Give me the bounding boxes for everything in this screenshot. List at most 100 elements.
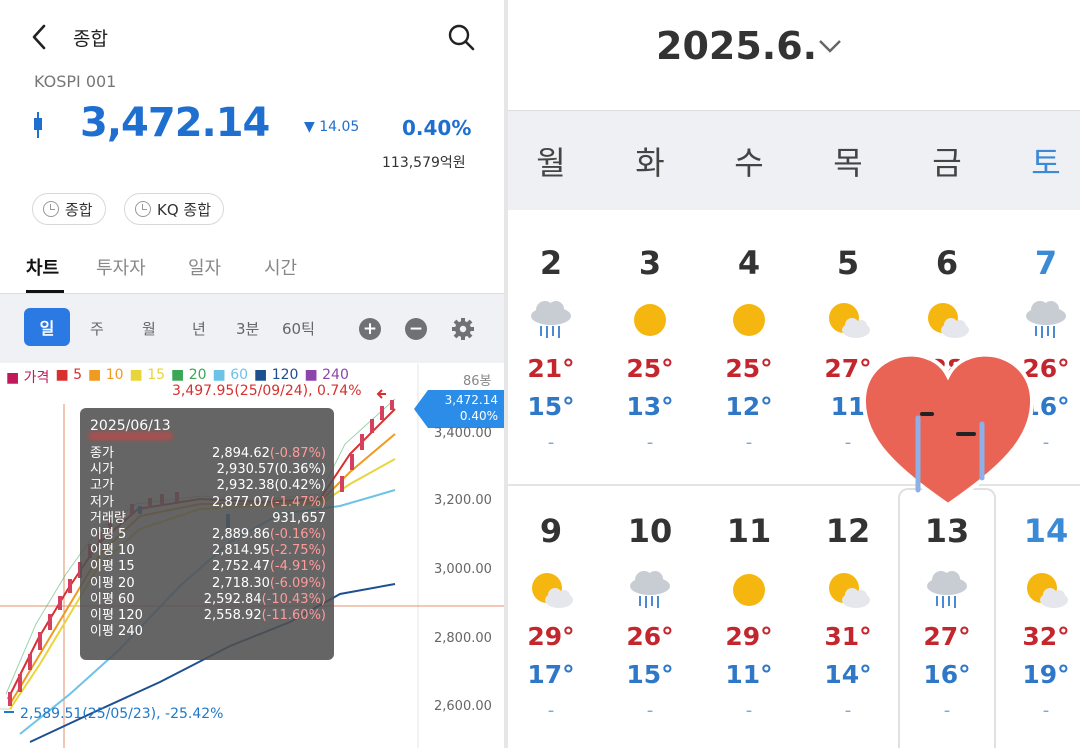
rain-icon [1026, 301, 1066, 338]
tab-daily[interactable]: 일자 [188, 254, 221, 280]
clock-icon [43, 201, 59, 217]
tooltip-label: 저가 [90, 494, 114, 510]
partly-cloudy-icon [532, 573, 573, 608]
zoom-in-icon[interactable]: + [359, 318, 381, 340]
tooltip-value: 2,814.95(-2.75%) [212, 543, 326, 559]
high-temp: 29° [725, 622, 773, 651]
chart-tooltip: 2025/06/13 종가 2,894.62(-0.87%) 시가 2,930.57(… [80, 408, 334, 660]
high-temp: 29° [527, 622, 575, 651]
partly-cloudy-icon [928, 303, 969, 338]
partly-cloudy-icon [1027, 573, 1068, 608]
tooltip-change: (-2.75%) [269, 543, 326, 559]
month-title[interactable]: 2025.6. [656, 24, 817, 68]
low-temp: 14° [824, 660, 872, 689]
period-60tick[interactable]: 60틱 [282, 318, 315, 339]
tooltip-label: 시가 [90, 462, 114, 478]
weekday-label: 월 [536, 144, 566, 182]
period-year[interactable]: 년 [192, 318, 206, 339]
partly-cloudy-icon [829, 303, 870, 338]
min-price-label: 2,589.51(25/05/23), -25.42% [20, 706, 224, 722]
tooltip-number: 2,558.92 [203, 608, 262, 623]
tooltip-row: 이평 20 2,718.30(-6.09%) [90, 576, 326, 592]
tooltip-number: 2,894.62 [211, 446, 270, 461]
tooltip-row: 이평 120 2,558.92(-11.60%) [90, 608, 326, 624]
period-day[interactable]: 일 [24, 308, 70, 346]
tooltip-label: 이평 10 [90, 543, 135, 559]
clock-icon [135, 201, 151, 217]
day-number: 14 [1023, 512, 1069, 550]
tooltip-value: 2,894.62(-0.87%) [212, 446, 326, 462]
day-number: 2 [539, 244, 563, 282]
y-axis-tick: 3,200.00 [434, 493, 492, 508]
precip-mark: - [547, 432, 555, 453]
low-temp: 11° [725, 660, 773, 689]
price-change-pct: 0.40% [402, 116, 472, 140]
tooltip-row: 거래량 931,657 [90, 511, 326, 527]
candle-icon [34, 112, 42, 138]
chip-label: 종합 [65, 200, 93, 219]
price-tag-pct: 0.40% [459, 409, 498, 423]
day-number: 13 [924, 512, 970, 550]
sun-icon [733, 304, 765, 336]
tab-chart[interactable]: 차트 [26, 254, 59, 280]
day-number: 10 [627, 512, 673, 550]
current-price-tag: 3,472.14 0.40% [414, 390, 504, 428]
tooltip-label: 이평 20 [90, 575, 135, 591]
tooltip-change: (-4.91%) [269, 559, 326, 575]
precip-mark: - [646, 432, 654, 453]
tab-time[interactable]: 시간 [264, 254, 297, 280]
chip-kq-composite[interactable]: KQ 종합 [124, 193, 225, 225]
tooltip-number: 2,718.30 [211, 575, 270, 591]
trade-volume: 113,579억원 [382, 155, 466, 171]
weekday-label: 수 [734, 144, 764, 182]
tooltip-change: (-1.47%) [269, 494, 326, 510]
chevron-down-icon[interactable] [818, 36, 842, 56]
partly-cloudy-icon [829, 573, 870, 608]
tooltip-label: 고가 [90, 478, 114, 494]
tooltip-label: 이평 60 [90, 591, 135, 607]
period-month[interactable]: 월 [142, 318, 156, 339]
tooltip-label: 이평 15 [90, 559, 135, 575]
precip-mark: - [745, 432, 753, 453]
chip-composite[interactable]: 종합 [32, 193, 106, 225]
high-temp: 32° [1022, 622, 1070, 651]
tooltip-label: 이평 5 [90, 527, 127, 542]
high-temp: 21° [527, 354, 575, 383]
day-number: 6 [935, 244, 959, 282]
tooltip-value: 2,889.86(-0.16%) [212, 527, 326, 543]
tooltip-change: (0.42%) [274, 478, 326, 494]
search-icon[interactable] [446, 22, 476, 52]
settings-gear-icon[interactable] [451, 317, 475, 341]
precip-mark: - [1042, 700, 1050, 721]
tooltip-row: 이평 10 2,814.95(-2.75%) [90, 543, 326, 559]
tooltip-date: 2025/06/13 [90, 418, 171, 434]
low-temp: 17° [527, 660, 575, 689]
day-number: 3 [638, 244, 662, 282]
tooltip-label: 거래량 [90, 510, 126, 526]
period-week[interactable]: 주 [90, 318, 104, 339]
tooltip-change: (-10.43%) [261, 591, 326, 607]
rain-icon [630, 571, 670, 608]
low-temp: 12° [725, 392, 773, 421]
tooltip-number: 2,752.47 [211, 559, 270, 575]
weekday-label: 금 [932, 144, 962, 182]
precip-mark: - [646, 700, 654, 721]
day-number: 5 [836, 244, 860, 282]
weather-calendar: 2025.6. 월 화 수 목 금 토 2 21° 15° - 3 25° 13° - 4 25° 12° - 5… [508, 0, 1080, 748]
high-temp: 31° [824, 622, 872, 651]
tooltip-number: 2,592.84 [203, 591, 262, 607]
tooltip-row: 고가 2,932.38(0.42%) [90, 478, 326, 494]
tooltip-value: 2,930.57(0.36%) [217, 462, 326, 478]
tooltip-row: 종가 2,894.62(-0.87%) [90, 446, 326, 462]
day-number: 7 [1034, 244, 1058, 282]
tooltip-change: (-0.87%) [269, 446, 326, 461]
period-3min[interactable]: 3분 [236, 318, 259, 339]
back-icon[interactable] [28, 22, 52, 52]
tab-investor[interactable]: 투자자 [96, 254, 146, 280]
chip-label: KQ 종합 [157, 200, 212, 219]
sun-icon [733, 574, 765, 606]
tooltip-change: (-0.16%) [269, 527, 326, 542]
tooltip-value: 2,592.84(-10.43%) [204, 592, 326, 608]
zoom-out-icon[interactable]: − [405, 318, 427, 340]
weekday-label: 화 [635, 144, 665, 182]
